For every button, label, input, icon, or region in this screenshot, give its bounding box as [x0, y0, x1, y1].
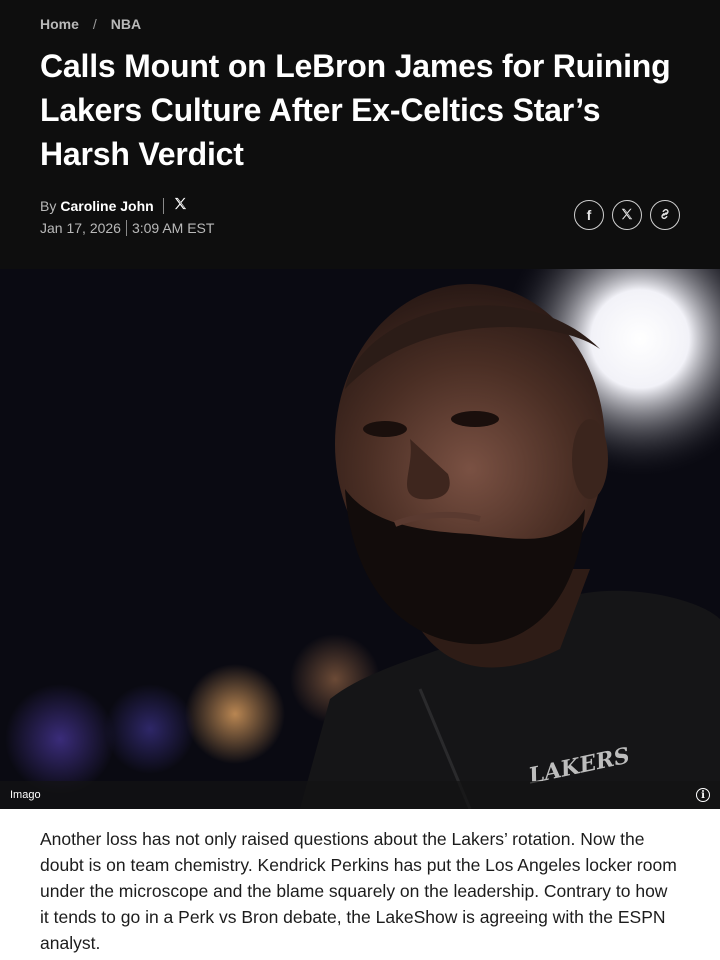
- byline-divider: [162, 197, 164, 214]
- info-icon[interactable]: i: [696, 788, 710, 802]
- byline: By Caroline John: [40, 196, 188, 215]
- facebook-share-button[interactable]: f: [574, 200, 604, 230]
- publish-time: 3:09 AM EST: [131, 220, 215, 236]
- breadcrumb-nba-link[interactable]: NBA: [111, 16, 141, 32]
- image-credit: Imago: [10, 789, 41, 801]
- dateline: Jan 17, 2026 3:09 AM EST: [40, 220, 214, 236]
- publish-date: Jan 17, 2026: [40, 220, 121, 236]
- copy-link-button[interactable]: [650, 200, 680, 230]
- lebron-james-photo: [0, 269, 720, 809]
- link-icon: [658, 207, 672, 224]
- date-divider: [125, 220, 127, 236]
- image-caption-bar: Imago i: [0, 781, 720, 809]
- x-share-button[interactable]: [612, 200, 642, 230]
- breadcrumb-home-link[interactable]: Home: [40, 16, 79, 32]
- facebook-icon: f: [586, 207, 592, 223]
- article-header: Home / NBA Calls Mount on LeBron James f…: [0, 0, 720, 269]
- x-logo-icon[interactable]: [173, 196, 188, 215]
- x-icon: [620, 207, 634, 224]
- byline-prefix: By: [40, 197, 57, 214]
- article-headline: Calls Mount on LeBron James for Ruining …: [40, 48, 671, 172]
- breadcrumb-separator: /: [92, 16, 97, 32]
- breadcrumb: Home / NBA: [40, 16, 141, 32]
- author-link[interactable]: Caroline John: [60, 198, 153, 214]
- article-body-paragraph: Another loss has not only raised questio…: [40, 829, 677, 953]
- hero-image: LAKERS Imago i: [0, 269, 720, 809]
- share-buttons: f: [574, 200, 680, 230]
